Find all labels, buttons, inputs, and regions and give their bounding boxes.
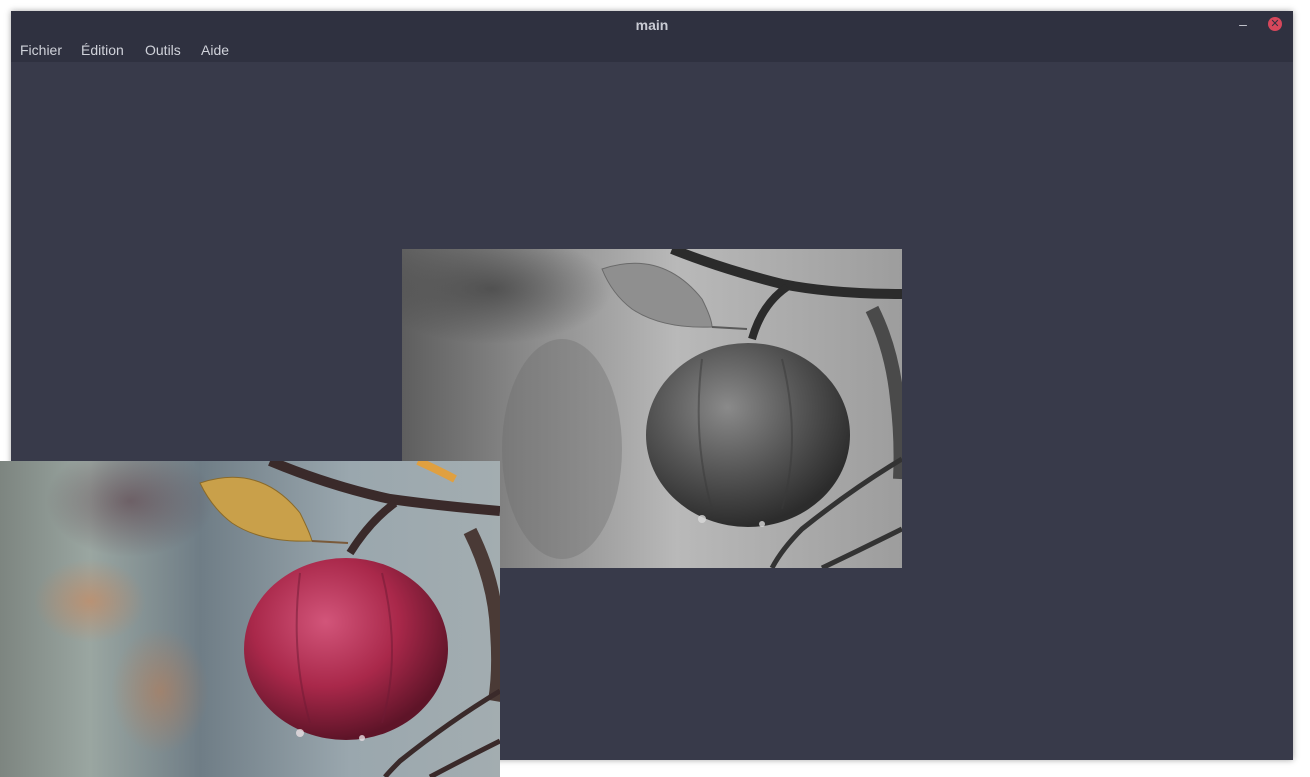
menu-bar: Fichier Édition Outils Aide (11, 39, 1293, 62)
minimize-button[interactable]: – (1235, 15, 1251, 33)
close-button[interactable]: ✕ (1268, 17, 1282, 31)
menu-outils[interactable]: Outils (145, 42, 181, 58)
apple-color-image[interactable] (0, 461, 500, 777)
title-bar[interactable]: main – ✕ (11, 11, 1293, 39)
menu-edition[interactable]: Édition (81, 42, 124, 58)
window-title: main (635, 17, 669, 33)
menu-fichier[interactable]: Fichier (20, 42, 62, 58)
menu-aide[interactable]: Aide (201, 42, 229, 58)
